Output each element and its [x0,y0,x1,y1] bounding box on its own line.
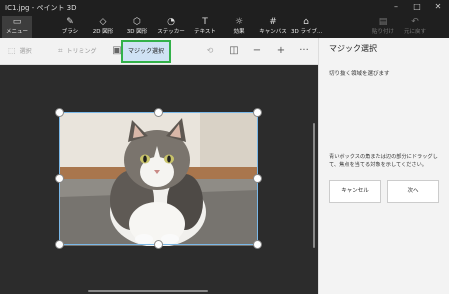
crop-label: トリミング [66,48,97,55]
ribbon-label: 効果 [233,29,245,35]
panel-description: 青いボックスの角または辺の部分にドラッグして、焦点を当てる対象を示してください。 [329,154,438,168]
horizontal-scrollbar[interactable] [88,290,208,292]
ribbon-paste-button[interactable]: ▤ 貼り付け [368,16,398,38]
ribbon-label: 元に戻す [403,29,426,35]
sticker-icon: ◔ [167,17,175,27]
selection-handle-right[interactable] [253,174,262,183]
select-icon: ⬚ [8,46,16,55]
ribbon-label: メニュー [5,29,28,35]
cancel-button[interactable]: キャンセル [329,180,381,203]
selection-handle-left[interactable] [55,174,64,183]
ribbon-undo-button[interactable]: ↶ 元に戻す [400,16,430,38]
brush-icon: ✎ [66,17,74,27]
more-button[interactable]: ··· [297,43,311,59]
ribbon-brushes-button[interactable]: ✎ ブラシ [55,16,85,38]
paste-icon: ▤ [378,17,388,27]
ribbon-2d-shapes-button[interactable]: ◇ 2D 図形 [88,16,118,38]
ribbon-label: ステッカー [157,29,185,35]
rotate-icon[interactable]: ⟲ [203,43,217,59]
window-title: IC1.jpg - ペイント 3D [5,4,77,12]
ribbon-label: 3D 図形 [126,29,148,35]
effects-icon: ☼ [234,17,244,27]
ribbon-3d-library-button[interactable]: ⌂ 3D ライブ... [291,16,323,38]
selection-handle-bottom-left[interactable] [55,240,64,249]
ribbon-menu-button[interactable]: ▭ メニュー [2,16,32,38]
selection-handle-top-right[interactable] [253,108,262,117]
vertical-scrollbar[interactable] [313,123,315,248]
ribbon-label: ブラシ [61,29,79,35]
ribbon-label: 3D ライブ... [291,29,323,35]
crop-icon: ⌗ [58,46,63,55]
shapes-2d-icon: ◇ [99,17,107,27]
selection-handle-top-left[interactable] [55,108,64,117]
ribbon-label: 貼り付け [371,29,394,35]
magic-select-panel: マジック選択 切り抜く領域を選びます 青いボックスの角または辺の部分にドラッグし… [318,38,449,294]
select-label: 選択 [19,48,32,55]
panel-subtitle: 切り抜く領域を選びます [329,71,390,77]
3d-library-icon: ⌂ [303,17,309,27]
zoom-out-button[interactable]: − [250,43,264,59]
magic-select-button[interactable]: マジック選択 [121,40,171,63]
selection-frame[interactable] [59,112,258,245]
toolbar: ⬚ 選択 ⌗ トリミング ▣ マジック選択 ⟲ ◫ − + ··· [0,38,318,65]
ribbon-3d-shapes-button[interactable]: ⬡ 3D 図形 [122,16,152,38]
ribbon: ▭ メニュー ✎ ブラシ ◇ 2D 図形 ⬡ 3D 図形 ◔ ステッカー T テ… [0,14,449,38]
next-button[interactable]: 次へ [387,180,439,203]
zoom-in-button[interactable]: + [274,43,288,59]
ribbon-effects-button[interactable]: ☼ 効果 [224,16,254,38]
cube-icon: ⬡ [133,17,141,27]
select-button[interactable]: ⬚ 選択 [8,42,32,60]
ribbon-canvas-button[interactable]: # キャンバス [258,16,288,38]
selection-handle-bottom-right[interactable] [253,240,262,249]
text-icon: T [202,17,208,27]
comment-icon[interactable]: ◫ [227,43,241,59]
ribbon-label: テキスト [194,29,216,35]
selection-handle-bottom[interactable] [154,240,163,249]
undo-icon: ↶ [411,17,419,27]
maximize-button[interactable]: □ [410,1,424,13]
panel-title: マジック選択 [329,44,377,53]
ribbon-text-button[interactable]: T テキスト [190,16,220,38]
ribbon-stickers-button[interactable]: ◔ ステッカー [156,16,186,38]
ribbon-label: キャンバス [259,29,287,35]
selection-handle-top[interactable] [154,108,163,117]
minimize-button[interactable]: – [389,1,403,13]
crop-button[interactable]: ⌗ トリミング [58,42,97,60]
title-bar: IC1.jpg - ペイント 3D – □ ✕ [0,0,449,14]
ribbon-label: 2D 図形 [92,29,114,35]
folder-icon: ▭ [12,17,22,27]
close-button[interactable]: ✕ [431,1,445,13]
canvas-icon: # [269,17,277,27]
